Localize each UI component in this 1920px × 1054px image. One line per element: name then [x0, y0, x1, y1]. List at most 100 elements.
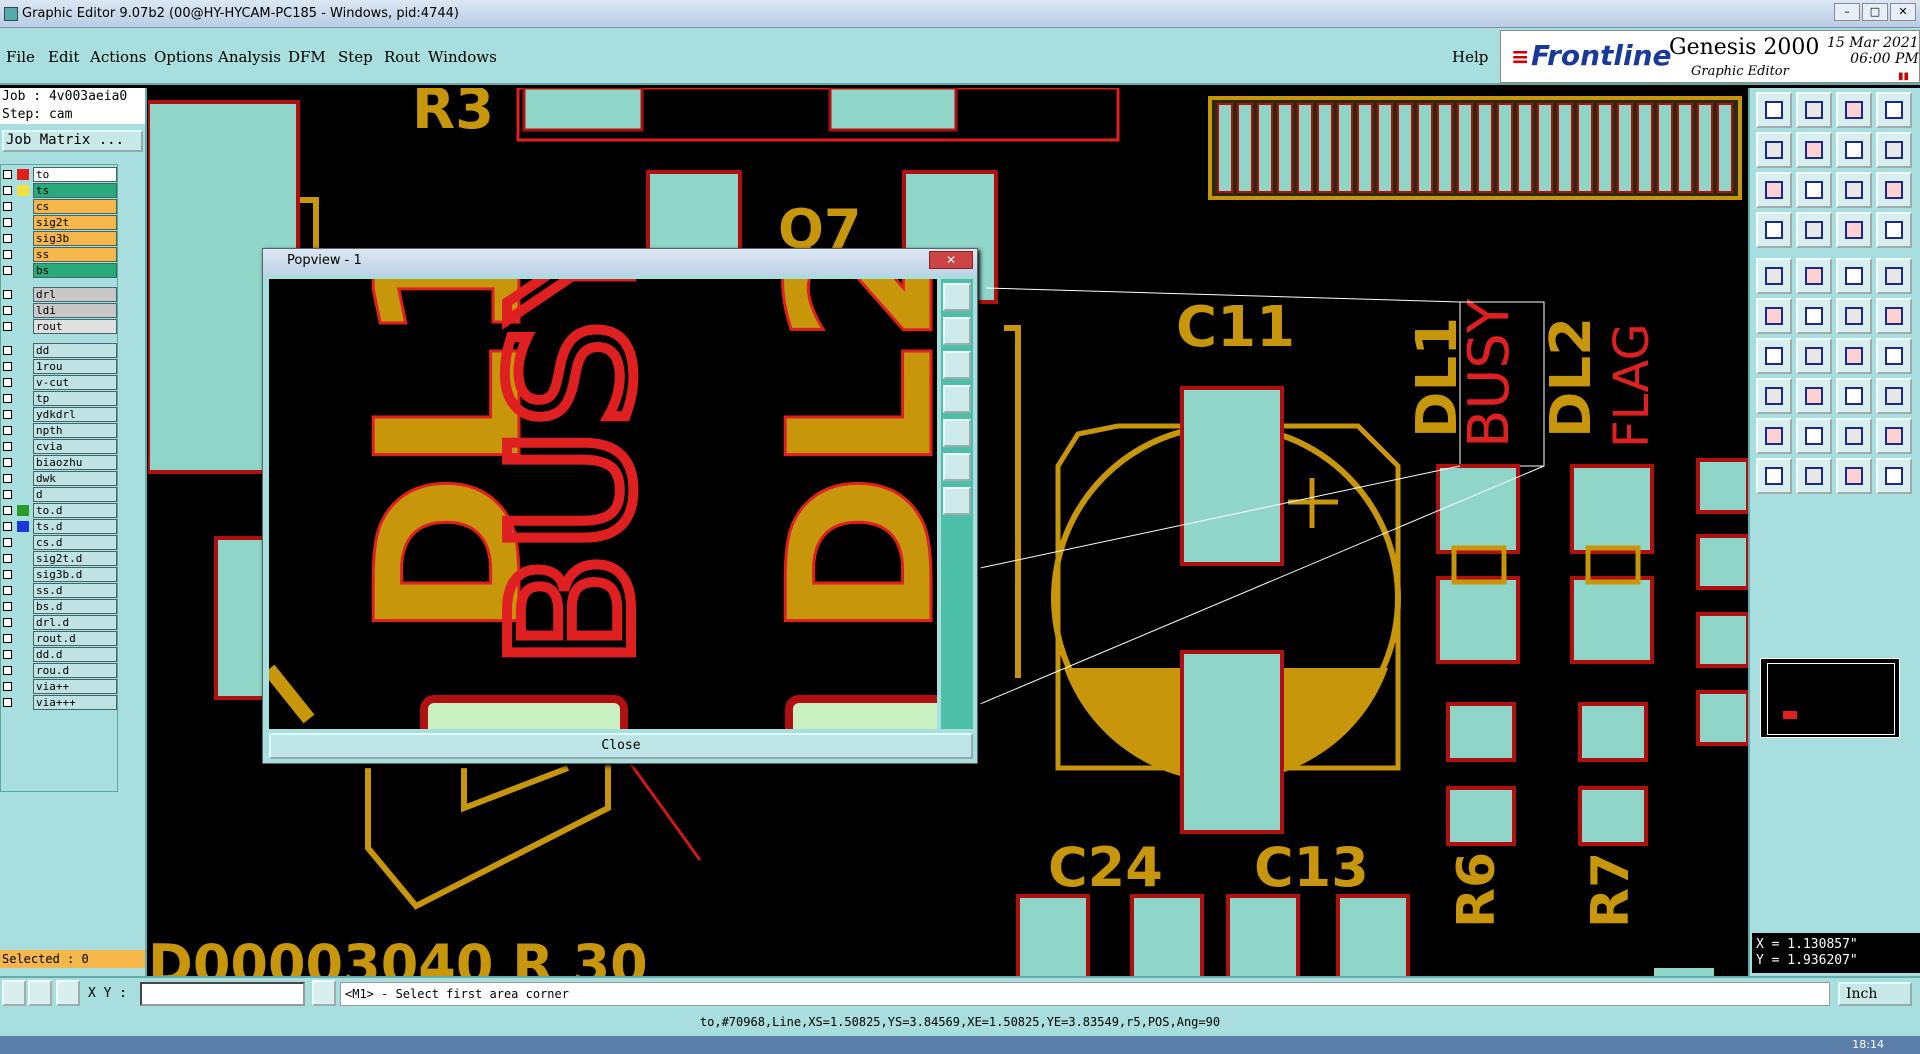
- layer-row[interactable]: d: [1, 487, 119, 502]
- layer-row[interactable]: dd: [1, 343, 119, 358]
- layer-name[interactable]: ts.d: [33, 519, 117, 534]
- layer-row[interactable]: rou.d: [1, 663, 119, 678]
- add-pad-icon[interactable]: [1756, 258, 1792, 294]
- layer-row[interactable]: bs: [1, 263, 119, 278]
- pointer-icon[interactable]: [1756, 458, 1792, 494]
- route-icon[interactable]: [1836, 298, 1872, 334]
- layer-checkbox[interactable]: [3, 634, 12, 643]
- layer-checkbox[interactable]: [3, 442, 12, 451]
- layer-name[interactable]: dwk: [33, 471, 117, 486]
- pan-right-icon[interactable]: [1796, 132, 1832, 168]
- layer-name[interactable]: to: [33, 167, 117, 182]
- layer-name[interactable]: v-cut: [33, 375, 117, 390]
- layer-checkbox[interactable]: [3, 322, 12, 331]
- layer-name[interactable]: tp: [33, 391, 117, 406]
- layer-row[interactable]: cs.d: [1, 535, 119, 550]
- popview-tool-2[interactable]: [943, 317, 971, 345]
- layer-name[interactable]: ts: [33, 183, 117, 198]
- fit-screen-icon[interactable]: [1756, 172, 1792, 208]
- layer-checkbox[interactable]: [3, 682, 12, 691]
- layer-row[interactable]: ss: [1, 247, 119, 262]
- popview-tool-7[interactable]: [943, 487, 971, 515]
- xy-input[interactable]: [140, 982, 305, 1006]
- layer-name[interactable]: rout.d: [33, 631, 117, 646]
- pen-icon[interactable]: [1796, 338, 1832, 374]
- layer-name[interactable]: via++: [33, 679, 117, 694]
- arc-icon[interactable]: [1836, 338, 1872, 374]
- cross-icon[interactable]: [1796, 298, 1832, 334]
- layer-checkbox[interactable]: [3, 202, 12, 211]
- zoom-area-icon[interactable]: [1796, 172, 1832, 208]
- measure-icon[interactable]: [1756, 212, 1792, 248]
- menu-rout[interactable]: Rout: [384, 48, 420, 66]
- redraw-icon[interactable]: [1836, 132, 1872, 168]
- layer-checkbox[interactable]: [3, 474, 12, 483]
- menu-file[interactable]: File: [6, 48, 35, 66]
- menu-options[interactable]: Options: [154, 48, 213, 66]
- layer-name[interactable]: ldi: [33, 303, 117, 318]
- close-window-button[interactable]: ✕: [1890, 3, 1916, 21]
- layer-name[interactable]: cvia: [33, 439, 117, 454]
- slope-icon[interactable]: [1756, 338, 1792, 374]
- select-icon[interactable]: [1796, 458, 1832, 494]
- pause-icon[interactable]: [312, 980, 336, 1006]
- layer-name[interactable]: biaozhu: [33, 455, 117, 470]
- mark-1-icon[interactable]: [1756, 418, 1792, 454]
- layer-checkbox[interactable]: [3, 650, 12, 659]
- layer-row[interactable]: biaozhu: [1, 455, 119, 470]
- layer-checkbox[interactable]: [3, 306, 12, 315]
- zoom-home-icon[interactable]: [1756, 92, 1792, 128]
- layer-checkbox[interactable]: [3, 618, 12, 627]
- popview-canvas[interactable]: DL1 BUSY DL2: [269, 279, 937, 729]
- mark-2-icon[interactable]: [1796, 418, 1832, 454]
- layer-name[interactable]: cs.d: [33, 535, 117, 550]
- menu-edit[interactable]: Edit: [48, 48, 79, 66]
- refresh-icon[interactable]: [1876, 92, 1912, 128]
- layer-row[interactable]: ydkdrl: [1, 407, 119, 422]
- layer-checkbox[interactable]: [3, 506, 12, 515]
- break-icon[interactable]: [1836, 378, 1872, 414]
- popview-tool-1[interactable]: [943, 283, 971, 311]
- menu-dfm[interactable]: DFM: [288, 48, 326, 66]
- layer-checkbox[interactable]: [3, 410, 12, 419]
- layer-checkbox[interactable]: [3, 538, 12, 547]
- layer-name[interactable]: bs.d: [33, 599, 117, 614]
- grid-icon[interactable]: [56, 980, 80, 1006]
- layer-row[interactable]: drl: [1, 287, 119, 302]
- layer-checkbox[interactable]: [3, 698, 12, 707]
- layer-checkbox[interactable]: [3, 394, 12, 403]
- layer-checkbox[interactable]: [3, 554, 12, 563]
- layer-row[interactable]: npth: [1, 423, 119, 438]
- layer-row[interactable]: tp: [1, 391, 119, 406]
- layer-row[interactable]: via+++: [1, 695, 119, 710]
- popview-tool-3[interactable]: [943, 351, 971, 379]
- help-icon[interactable]: [1876, 172, 1912, 208]
- layer-name[interactable]: sig2t: [33, 215, 117, 230]
- layer-row[interactable]: ts: [1, 183, 119, 198]
- layer-checkbox[interactable]: [3, 426, 12, 435]
- mark-3-icon[interactable]: [1836, 418, 1872, 454]
- layer-name[interactable]: dd: [33, 343, 117, 358]
- probe-icon[interactable]: [1796, 212, 1832, 248]
- layer-checkbox[interactable]: [3, 362, 12, 371]
- layer-name[interactable]: via+++: [33, 695, 117, 710]
- layer-row[interactable]: rout.d: [1, 631, 119, 646]
- layer-checkbox[interactable]: [3, 346, 12, 355]
- layer-row[interactable]: bs.d: [1, 599, 119, 614]
- layer-checkbox[interactable]: [3, 218, 12, 227]
- layer-name[interactable]: sig2t.d: [33, 551, 117, 566]
- layer-checkbox[interactable]: [3, 170, 12, 179]
- fill-icon[interactable]: [1876, 378, 1912, 414]
- layer-checkbox[interactable]: [3, 186, 12, 195]
- layer-checkbox[interactable]: [3, 290, 12, 299]
- layer-row[interactable]: via++: [1, 679, 119, 694]
- layer-row[interactable]: drl.d: [1, 615, 119, 630]
- draw-mask-icon[interactable]: [1796, 258, 1832, 294]
- layer-row[interactable]: v-cut: [1, 375, 119, 390]
- trim-icon[interactable]: [1796, 378, 1832, 414]
- layer-name[interactable]: 1rou: [33, 359, 117, 374]
- menu-actions[interactable]: Actions: [90, 48, 146, 66]
- layer-name[interactable]: dd.d: [33, 647, 117, 662]
- select-area-icon[interactable]: [1836, 458, 1872, 494]
- layer-checkbox[interactable]: [3, 378, 12, 387]
